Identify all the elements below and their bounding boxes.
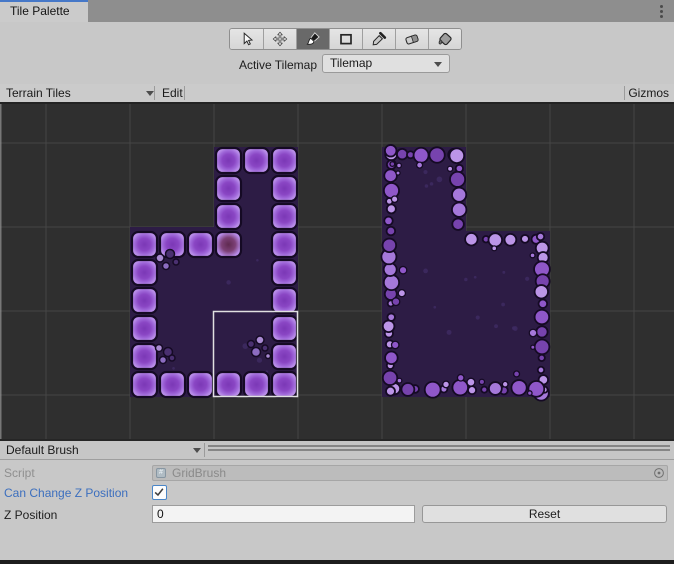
tool-group [229, 28, 462, 50]
brush-bar: Default Brush [0, 441, 674, 460]
z-position-label: Z Position [4, 507, 57, 523]
horizontal-scrollbar[interactable] [208, 441, 670, 459]
eraser-icon [404, 31, 420, 47]
flood-fill-icon [437, 31, 453, 47]
tool-tile-picker-button[interactable] [362, 29, 395, 49]
tool-paint-brush-button[interactable] [296, 29, 329, 49]
select-icon [239, 31, 255, 47]
paint-brush-icon [305, 31, 321, 47]
separator [624, 86, 625, 100]
toolbar: Active Tilemap Tilemap [0, 22, 674, 84]
tile-palette-canvas[interactable] [0, 104, 674, 439]
separator [204, 443, 205, 457]
tile-palette-window: Tile Palette Active Tilemap Tilemap Terr… [0, 0, 674, 564]
active-tilemap-label: Active Tilemap [239, 57, 317, 73]
checkmark-icon [153, 486, 165, 498]
kebab-menu-icon[interactable] [654, 3, 668, 19]
chevron-down-icon [146, 91, 154, 96]
palette-dropdown-value: Terrain Tiles [6, 86, 71, 100]
tab-strip: Tile Palette [0, 0, 674, 22]
can-change-z-checkbox[interactable] [152, 485, 167, 500]
move-icon [272, 31, 288, 47]
chevron-down-icon [193, 448, 201, 453]
edit-button[interactable]: Edit [158, 84, 187, 102]
active-tilemap-value: Tilemap [330, 56, 372, 70]
window-title: Tile Palette [10, 4, 70, 18]
script-object-field[interactable]: # GridBrush [152, 465, 668, 481]
palette-header: Terrain Tiles Edit Gizmos [0, 84, 674, 104]
gizmos-button[interactable]: Gizmos [628, 84, 669, 102]
tool-select-button[interactable] [230, 29, 263, 49]
canvas-area [0, 104, 674, 439]
separator [184, 86, 185, 100]
reset-button[interactable]: Reset [422, 505, 667, 523]
z-position-input[interactable] [152, 505, 415, 523]
tool-flood-fill-button[interactable] [428, 29, 461, 49]
object-picker-icon[interactable] [653, 467, 665, 479]
script-value: GridBrush [172, 466, 226, 480]
chevron-down-icon [434, 62, 442, 67]
brush-dropdown-value: Default Brush [6, 443, 79, 457]
separator [154, 86, 155, 100]
script-label: Script [4, 465, 35, 481]
palette-dropdown[interactable]: Terrain Tiles [0, 84, 153, 102]
tool-box-fill-button[interactable] [329, 29, 362, 49]
brush-dropdown[interactable]: Default Brush [0, 441, 204, 459]
active-tilemap-dropdown[interactable]: Tilemap [322, 54, 450, 73]
can-change-z-label: Can Change Z Position [4, 485, 128, 501]
tool-move-button[interactable] [263, 29, 296, 49]
tile-picker-icon [371, 31, 387, 47]
brush-inspector: Script # GridBrush Can Change Z Position… [0, 461, 674, 560]
script-icon: # [156, 468, 166, 478]
box-fill-icon [338, 31, 354, 47]
tool-eraser-button[interactable] [395, 29, 428, 49]
tab-tile-palette[interactable]: Tile Palette [0, 0, 88, 22]
window-bottom-border [0, 560, 674, 564]
